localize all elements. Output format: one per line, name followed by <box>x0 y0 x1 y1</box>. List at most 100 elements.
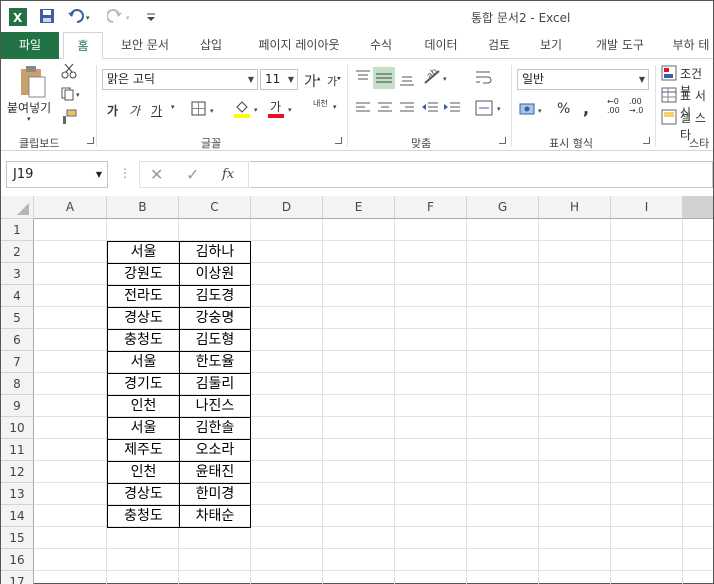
cell[interactable] <box>539 549 611 571</box>
cell[interactable] <box>683 505 713 527</box>
increase-decimal-button[interactable]: ←0.00 <box>607 97 620 115</box>
cell[interactable] <box>611 461 683 483</box>
column-header-D[interactable]: D <box>251 196 323 219</box>
cell[interactable] <box>251 549 323 571</box>
cell[interactable] <box>34 417 107 439</box>
row-header-10[interactable]: 10 <box>1 417 34 439</box>
cell[interactable] <box>395 417 467 439</box>
cell[interactable] <box>467 263 539 285</box>
cell[interactable] <box>395 461 467 483</box>
cell[interactable] <box>683 263 713 285</box>
tab-formulas[interactable]: 수식 <box>361 32 401 59</box>
row-header-16[interactable]: 16 <box>1 549 34 571</box>
cell[interactable] <box>323 527 395 549</box>
cell[interactable] <box>251 527 323 549</box>
cell[interactable] <box>611 241 683 263</box>
cell[interactable] <box>683 483 713 505</box>
customize-qat-icon[interactable] <box>145 8 157 24</box>
column-header-I[interactable]: I <box>611 196 683 219</box>
row-header-3[interactable]: 3 <box>1 263 34 285</box>
cell[interactable] <box>611 307 683 329</box>
column-header-H[interactable]: H <box>539 196 611 219</box>
cell[interactable] <box>107 527 179 549</box>
cell[interactable] <box>611 505 683 527</box>
cell[interactable] <box>539 219 611 241</box>
cell[interactable] <box>34 395 107 417</box>
cell[interactable] <box>683 373 713 395</box>
redo-icon[interactable]: ▾ <box>107 8 135 24</box>
cell[interactable] <box>34 263 107 285</box>
name-cell[interactable]: 김도경 <box>179 285 251 307</box>
cell[interactable] <box>251 505 323 527</box>
cell[interactable] <box>323 439 395 461</box>
cell[interactable] <box>395 549 467 571</box>
cell[interactable] <box>395 373 467 395</box>
column-header-E[interactable]: E <box>323 196 395 219</box>
cell[interactable] <box>611 483 683 505</box>
phonetic-guide-button[interactable]: 내천 <box>313 99 331 108</box>
cell[interactable] <box>539 417 611 439</box>
cell[interactable] <box>539 263 611 285</box>
cell[interactable] <box>611 329 683 351</box>
accounting-format-icon[interactable]: ▾ <box>519 101 547 117</box>
cell[interactable] <box>539 395 611 417</box>
align-middle-icon[interactable] <box>373 67 395 89</box>
cell[interactable] <box>323 461 395 483</box>
region-cell[interactable]: 서울 <box>107 241 179 263</box>
cell[interactable] <box>467 219 539 241</box>
cell[interactable] <box>611 439 683 461</box>
cell[interactable] <box>539 351 611 373</box>
cell[interactable] <box>251 373 323 395</box>
cell[interactable] <box>611 373 683 395</box>
row-header-5[interactable]: 5 <box>1 307 34 329</box>
decrease-decimal-button[interactable]: .00 →.0 <box>629 97 643 115</box>
cell[interactable] <box>34 329 107 351</box>
cell[interactable] <box>395 571 467 584</box>
cell[interactable] <box>539 439 611 461</box>
cell[interactable] <box>107 219 179 241</box>
tab-home[interactable]: 홈 <box>63 32 103 59</box>
column-header-B[interactable]: B <box>107 196 179 219</box>
cell[interactable] <box>611 219 683 241</box>
cell[interactable] <box>34 439 107 461</box>
cell[interactable] <box>323 483 395 505</box>
cell[interactable] <box>323 329 395 351</box>
align-right-icon[interactable] <box>399 101 415 115</box>
undo-icon[interactable]: ▾ <box>67 8 95 24</box>
cell[interactable] <box>251 351 323 373</box>
enter-icon[interactable]: ✓ <box>186 165 199 184</box>
row-header-11[interactable]: 11 <box>1 439 34 461</box>
tab-protect[interactable]: 보안 문서 <box>109 32 181 59</box>
number-format-combo[interactable]: 일반 ▼ <box>517 69 649 90</box>
cell[interactable] <box>539 571 611 584</box>
conditional-formatting-icon[interactable] <box>661 65 677 81</box>
cell[interactable] <box>611 263 683 285</box>
cancel-icon[interactable]: ✕ <box>150 165 163 184</box>
column-header-A[interactable]: A <box>34 196 107 219</box>
cell[interactable] <box>539 483 611 505</box>
name-cell[interactable]: 나진스 <box>179 395 251 417</box>
cell[interactable] <box>467 417 539 439</box>
cell[interactable] <box>107 549 179 571</box>
name-cell[interactable]: 강숭명 <box>179 307 251 329</box>
cell[interactable] <box>467 373 539 395</box>
row-header-8[interactable]: 8 <box>1 373 34 395</box>
cell[interactable] <box>34 219 107 241</box>
paste-icon[interactable] <box>17 65 47 99</box>
select-all-corner[interactable] <box>1 196 34 219</box>
cell[interactable] <box>34 373 107 395</box>
name-cell[interactable]: 김둘리 <box>179 373 251 395</box>
cell[interactable] <box>251 329 323 351</box>
orientation-icon[interactable]: ab ▾ <box>423 67 451 87</box>
cell[interactable] <box>395 395 467 417</box>
cell[interactable] <box>395 527 467 549</box>
cell[interactable] <box>251 571 323 584</box>
cell[interactable] <box>34 549 107 571</box>
format-as-table-icon[interactable] <box>661 87 677 103</box>
align-top-icon[interactable] <box>355 69 371 85</box>
cell[interactable] <box>323 417 395 439</box>
paste-button[interactable]: 붙여넣기 <box>7 99 51 116</box>
row-header-13[interactable]: 13 <box>1 483 34 505</box>
cell[interactable] <box>34 505 107 527</box>
cell[interactable] <box>395 505 467 527</box>
